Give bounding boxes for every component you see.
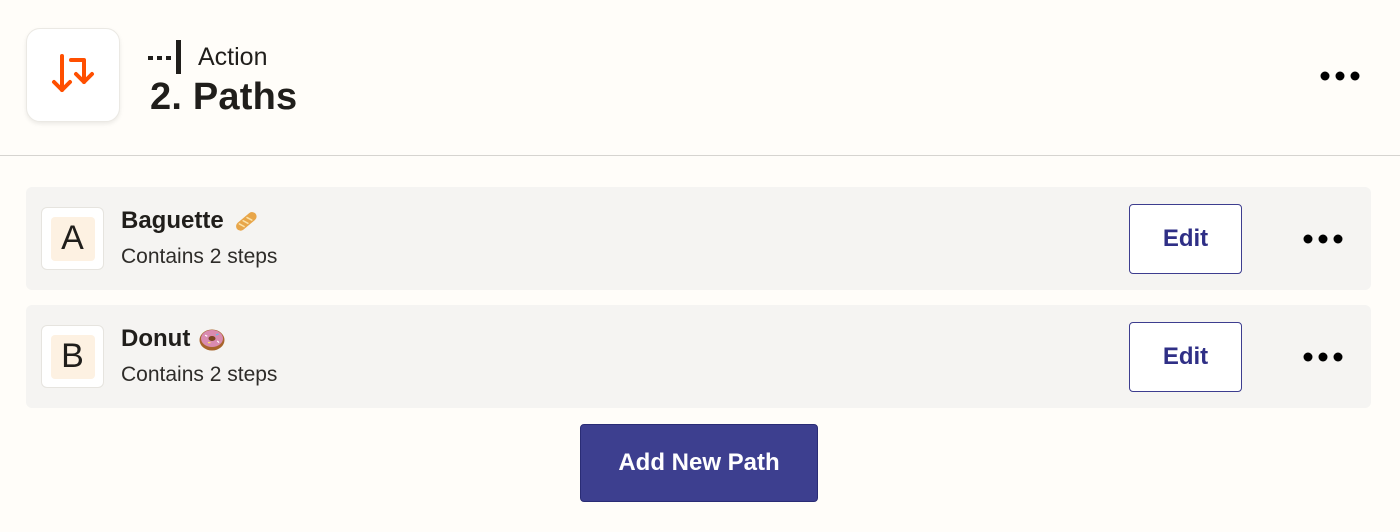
- paths-step-panel: Action 2. Paths A Baguette Contains 2 st…: [0, 0, 1400, 532]
- paths-app-icon: [26, 28, 120, 122]
- path-name: Donut: [121, 325, 226, 353]
- path-letter: A: [50, 216, 95, 261]
- path-letter-badge: B: [41, 325, 104, 388]
- path-steps-count: Contains 2 steps: [121, 245, 278, 268]
- add-new-path-button[interactable]: Add New Path: [580, 424, 818, 502]
- step-type-label: Action: [198, 42, 268, 71]
- path-steps-count: Contains 2 steps: [121, 363, 278, 386]
- more-options-icon: [1320, 71, 1360, 81]
- edit-path-button[interactable]: Edit: [1129, 204, 1242, 274]
- path-name-label: Donut: [121, 325, 191, 352]
- more-options-icon: [1303, 352, 1343, 362]
- path-card-b[interactable]: B Donut Contains 2 steps Edit: [26, 305, 1371, 408]
- path-name: Baguette: [121, 207, 260, 235]
- path-letter: B: [50, 334, 95, 379]
- doughnut-icon: [199, 329, 225, 351]
- step-title: 2. Paths: [150, 76, 298, 118]
- path-more-options-button[interactable]: [1301, 345, 1345, 369]
- baguette-icon: [235, 212, 257, 231]
- path-more-options-button[interactable]: [1301, 227, 1345, 251]
- step-header: Action 2. Paths: [0, 0, 1400, 156]
- step-type: Action: [148, 40, 267, 74]
- more-options-icon: [1303, 234, 1343, 244]
- edit-path-button[interactable]: Edit: [1129, 322, 1242, 392]
- action-step-icon: [148, 40, 181, 74]
- path-name-label: Baguette: [121, 207, 224, 234]
- path-card-a[interactable]: A Baguette Contains 2 steps Edit: [26, 187, 1371, 290]
- step-more-options-button[interactable]: [1318, 64, 1362, 88]
- path-letter-badge: A: [41, 207, 104, 270]
- paths-icon: [52, 54, 94, 92]
